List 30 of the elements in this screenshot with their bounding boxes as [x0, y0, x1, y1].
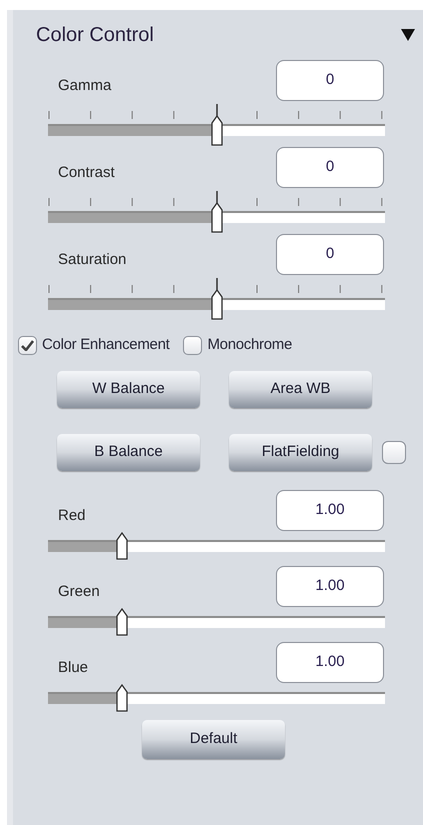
value-field[interactable]: 0 — [276, 60, 384, 101]
slider-label: Red — [58, 506, 86, 526]
slider-thumb[interactable] — [208, 191, 224, 233]
default-button[interactable]: Default — [142, 720, 285, 759]
checkbox[interactable] — [382, 441, 406, 464]
slider-thumb[interactable] — [114, 608, 130, 636]
slider-label: Green — [58, 582, 100, 602]
slider-thumb[interactable] — [208, 278, 224, 320]
action-button[interactable]: Area WB — [229, 371, 372, 408]
value-field[interactable]: 0 — [276, 147, 384, 188]
panel-title: Color Control — [36, 23, 154, 48]
action-button[interactable]: W Balance — [57, 371, 200, 408]
checkbox[interactable] — [18, 336, 37, 354]
slider-label: Saturation — [58, 250, 126, 270]
value-field[interactable]: 1.00 — [276, 490, 384, 531]
slider-label: Contrast — [58, 162, 115, 182]
value-field[interactable]: 0 — [276, 234, 384, 275]
collapse-arrow-icon[interactable] — [401, 29, 415, 41]
value-field[interactable]: 1.00 — [276, 566, 384, 607]
option-label: Color Enhancement — [42, 334, 170, 355]
value-field[interactable]: 1.00 — [276, 642, 384, 683]
slider-label: Blue — [58, 658, 88, 678]
slider-label: Gamma — [58, 76, 112, 96]
action-button[interactable]: FlatFielding — [229, 434, 372, 471]
slider-thumb[interactable] — [114, 532, 130, 560]
action-button[interactable]: B Balance — [57, 434, 200, 471]
slider-thumb[interactable] — [208, 104, 224, 146]
option-label: Monochrome — [207, 334, 292, 355]
slider-thumb[interactable] — [114, 684, 130, 712]
checkbox[interactable] — [183, 336, 202, 354]
